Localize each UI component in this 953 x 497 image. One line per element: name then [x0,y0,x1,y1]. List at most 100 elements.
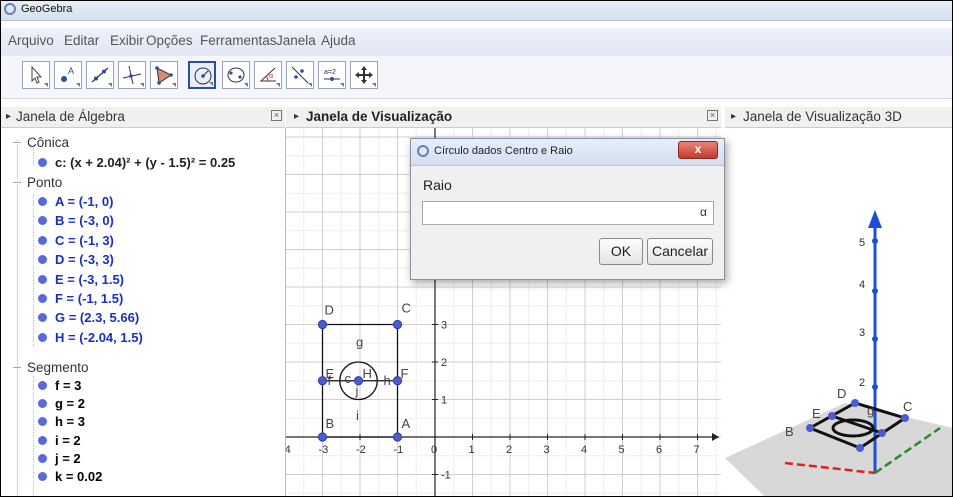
x-tick-label: 3 [544,444,550,456]
collapse-arrow-icon[interactable]: ▸ [731,111,736,122]
menu-opcoes[interactable]: Opções [146,33,193,48]
close-icon[interactable]: × [707,110,718,121]
radius-input[interactable] [422,201,714,225]
point-tool-button[interactable]: A [54,61,82,89]
alpha-symbol-button[interactable]: α [700,205,707,219]
algebra-item-ponto[interactable]: B = (-3, 0) [38,213,114,228]
visibility-dot-icon[interactable] [38,417,47,427]
3d-segment-label: g [867,403,874,418]
visibility-dot-icon[interactable] [38,274,47,284]
graphics-panel-title: Janela de Visualização [306,109,453,124]
collapse-arrow-icon[interactable]: ▸ [294,111,299,122]
visibility-dot-icon[interactable] [38,158,47,167]
dialog-close-button[interactable]: x [678,141,718,159]
segment-label: f [328,373,332,388]
menu-janela[interactable]: Janela [276,33,316,48]
category-segmento[interactable]: Segmento [13,360,89,375]
geogebra-logo-icon [4,3,16,15]
cancel-button[interactable]: Cancelar [647,238,713,265]
algebra-item-conic-c[interactable]: c: (x + 2.04)² + (y - 1.5)² = 0.25 [38,155,235,170]
ok-button[interactable]: OK [599,238,643,265]
collapse-arrow-icon[interactable]: ▸ [6,111,11,122]
y-tick-label: 3 [441,320,447,332]
menu-bar: Arquivo Editar Exibir Opções Ferramentas… [0,28,953,56]
point-label: H [363,366,372,381]
visibility-dot-icon[interactable] [38,216,47,226]
menu-editar[interactable]: Editar [64,33,99,48]
visibility-dot-icon[interactable] [38,235,47,245]
3d-point-label: B [785,424,794,439]
perpendicular-tool-button[interactable] [118,61,146,89]
visibility-dot-icon[interactable] [38,435,47,445]
3d-point-label: E [812,406,821,421]
visibility-dot-icon[interactable] [38,294,47,303]
visibility-dot-icon[interactable] [38,255,47,265]
algebra-item-ponto[interactable]: E = (-3, 1.5) [38,272,124,287]
polygon-tool-button[interactable] [150,61,178,89]
algebra-item-segmento[interactable]: j = 2 [38,451,81,466]
visibility-dot-icon[interactable] [38,313,47,323]
visibility-dot-icon[interactable] [38,453,47,463]
line-tool-button[interactable] [86,61,114,89]
algebra-item-ponto[interactable]: C = (-1, 3) [38,233,114,248]
svg-text:α: α [269,73,273,80]
segment-label: g [356,335,363,350]
conic-tool-button[interactable] [222,61,250,89]
point-label: D [325,303,334,318]
move-view-tool-button[interactable] [350,61,378,89]
geometry-point [392,319,403,330]
menu-arquivo[interactable]: Arquivo [8,33,54,48]
algebra-item-segmento[interactable]: k = 0.02 [38,469,102,484]
graphics-panel-header: ▸ Janela de Visualização × [286,107,721,128]
graphics3d-panel-title: Janela de Visualização 3D [743,109,902,124]
algebra-item-ponto[interactable]: F = (-1, 1.5) [38,291,123,306]
visibility-dot-icon[interactable] [38,332,47,342]
geometry-point [317,432,328,442]
x-tick-label: -1 [394,444,404,456]
category-conica[interactable]: Cônica [12,135,69,150]
category-ponto[interactable]: Ponto [12,175,62,190]
x-tick-label: 1 [469,444,475,456]
algebra-item-segmento[interactable]: f = 3 [38,378,81,393]
angle-tool-button[interactable]: α [254,61,282,89]
algebra-item-ponto[interactable]: A = (-1, 0) [38,194,113,209]
3d-point-label: C [903,399,912,414]
close-icon[interactable]: × [271,110,282,121]
visibility-dot-icon[interactable] [38,197,47,206]
point-label: B [326,416,335,431]
move-tool-button[interactable] [22,61,50,89]
svg-text:a=2: a=2 [324,69,336,76]
algebra-item-ponto[interactable]: G = (2.3, 5.66) [38,310,139,325]
x-axis-arrow-icon [712,433,719,441]
z-tick: 4 [859,279,865,291]
x-tick-label: 6 [656,444,662,456]
algebra-panel-header: ▸ Janela de Álgebra × [0,107,285,128]
algebra-item-ponto[interactable]: D = (-3, 3) [38,252,114,267]
visibility-dot-icon[interactable] [38,472,47,481]
algebra-item-segmento[interactable]: g = 2 [38,396,85,411]
graphics-3d-canvas[interactable]: 5 4 3 2 B D C E g [725,128,953,497]
algebra-item-ponto[interactable]: H = (-2.04, 1.5) [38,330,143,345]
toolbar: A α a=2 [0,56,953,99]
z-tick: 2 [859,377,865,389]
window-title: GeoGebra [21,3,73,15]
dialog-title-bar[interactable]: Círculo dados Centro e Raio x [411,139,724,166]
graphics-3d-view[interactable]: 5 4 3 2 B D C E g [725,128,953,497]
circle-radius-dialog: Círculo dados Centro e Raio x Raio α OK … [410,138,725,280]
segment-label: j [355,383,359,398]
menu-ajuda[interactable]: Ajuda [321,33,356,48]
visibility-dot-icon[interactable] [38,399,47,409]
menu-ferramentas[interactable]: Ferramentas [200,33,277,48]
x-tick-label: 5 [619,444,625,456]
menu-exibir[interactable]: Exibir [110,33,144,48]
x-tick-label: 7 [694,444,700,456]
slider-tool-button[interactable]: a=2 [318,61,346,89]
circle-center-radius-tool-button[interactable] [188,61,216,89]
reflect-tool-button[interactable] [286,61,314,89]
window-title-bar: GeoGebra [0,0,953,21]
visibility-dot-icon[interactable] [38,381,47,390]
point-label: F [401,366,409,381]
algebra-item-segmento[interactable]: i = 2 [38,433,81,448]
3d-point-label: D [837,386,846,401]
algebra-item-segmento[interactable]: h = 3 [38,414,85,429]
